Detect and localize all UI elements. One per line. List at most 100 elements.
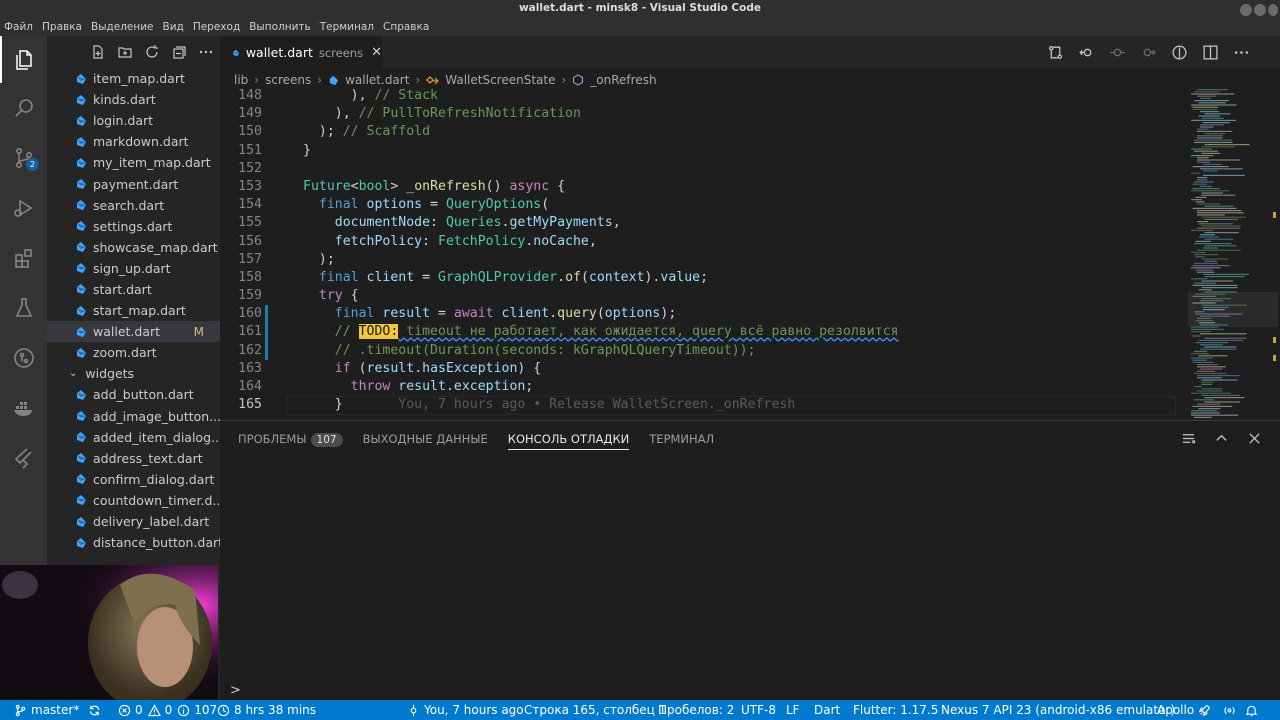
file-item[interactable]: added_item_dialog.... — [47, 427, 220, 448]
sync-button[interactable] — [88, 704, 105, 717]
search-icon[interactable] — [0, 84, 47, 131]
flutter-version[interactable]: Flutter: 1.17.5 — [853, 703, 938, 717]
refresh-icon[interactable] — [144, 44, 160, 60]
close-window-button[interactable] — [1268, 4, 1278, 16]
maximize-panel-icon[interactable] — [1214, 431, 1229, 446]
menu-selection[interactable]: Выделение — [91, 21, 154, 33]
tab-wallet-dart[interactable]: wallet.dart screens ✕ — [220, 36, 382, 69]
run-debug-icon[interactable] — [0, 184, 47, 231]
revision-dot-icon[interactable] — [1109, 44, 1126, 61]
extensions-icon[interactable] — [0, 234, 47, 281]
file-item[interactable]: start.dart — [47, 279, 220, 300]
tab-debug-console[interactable]: КОНСОЛЬ ОТЛАДКИ — [507, 428, 630, 450]
menu-help[interactable]: Справка — [383, 21, 429, 33]
code-line[interactable]: 153 Future<bool> _onRefresh() async { — [220, 178, 1185, 196]
new-file-icon[interactable] — [90, 44, 106, 60]
file-item[interactable]: confirm_dialog.dart — [47, 469, 220, 490]
file-item[interactable]: distance_button.dart — [47, 532, 220, 553]
eol-indicator[interactable]: LF — [786, 703, 800, 717]
more-actions-icon[interactable] — [198, 44, 214, 60]
file-item[interactable]: kinds.dart — [47, 89, 220, 110]
close-icon[interactable]: ✕ — [371, 45, 382, 60]
code-editor[interactable]: 148 ), // Stack 149 ), // PullToRefreshNo… — [220, 87, 1185, 420]
breadcrumb-method[interactable]: _onRefresh — [590, 73, 656, 87]
menu-view[interactable]: Вид — [163, 21, 184, 33]
apollo-indicator[interactable]: Apollo — [1157, 703, 1215, 717]
code-line[interactable]: 148 ), // Stack — [220, 87, 1185, 105]
tab-problems[interactable]: ПРОБЛЕМЫ 107 — [238, 432, 343, 447]
code-line[interactable]: 157 ); — [220, 251, 1185, 269]
file-item[interactable]: add_button.dart — [47, 384, 220, 405]
go-forward-icon[interactable] — [1140, 44, 1157, 61]
toggle-blame-icon[interactable] — [1171, 44, 1188, 61]
code-line[interactable]: 161 // TODO: timeout не работает, как ож… — [220, 323, 1185, 341]
file-item[interactable]: settings.dart — [47, 216, 220, 237]
explorer-icon[interactable] — [0, 36, 47, 83]
maximize-button[interactable] — [1254, 4, 1266, 16]
more-actions-icon[interactable] — [1233, 44, 1250, 61]
code-line[interactable]: 163 if (result.hasException) { — [220, 360, 1185, 378]
branch-indicator[interactable]: master* — [14, 703, 79, 717]
minimap[interactable] — [1185, 87, 1280, 420]
breadcrumb-screens[interactable]: screens — [265, 73, 311, 87]
code-line[interactable]: 149 ), // PullToRefreshNotification — [220, 105, 1185, 123]
minimize-button[interactable] — [1240, 4, 1252, 16]
file-item[interactable]: add_image_button.... — [47, 406, 220, 427]
indentation-indicator[interactable]: Пробелов: 2 — [658, 703, 734, 717]
file-item[interactable]: markdown.dart — [47, 131, 220, 152]
code-line[interactable]: 151} — [220, 142, 1185, 160]
menu-go[interactable]: Переход — [193, 21, 240, 33]
file-item[interactable]: delivery_label.dart — [47, 511, 220, 532]
encoding-indicator[interactable]: UTF-8 — [741, 703, 776, 717]
cursor-position[interactable]: Строка 165, столбец 1 — [524, 703, 666, 717]
file-item[interactable]: item_map.dart — [47, 68, 220, 89]
code-line[interactable]: 156 fetchPolicy: FetchPolicy.noCache, — [220, 233, 1185, 251]
source-control-icon[interactable]: 2 — [0, 134, 47, 181]
code-line[interactable]: 159 try { — [220, 287, 1185, 305]
problems-indicator[interactable]: 0 0 107 — [118, 703, 217, 717]
file-item[interactable]: start_map.dart — [47, 300, 220, 321]
tab-terminal[interactable]: ТЕРМИНАЛ — [649, 432, 714, 446]
docker-icon[interactable] — [0, 384, 47, 431]
breadcrumb-file[interactable]: wallet.dart — [345, 73, 409, 87]
device-selector[interactable]: Nexus 7 API 23 (android-x86 emulator) — [941, 703, 1175, 717]
clear-console-icon[interactable] — [1181, 431, 1196, 446]
open-changes-icon[interactable] — [1047, 44, 1064, 61]
menu-file[interactable]: Файл — [4, 21, 33, 33]
go-back-icon[interactable] — [1078, 44, 1095, 61]
notifications-button[interactable] — [1245, 704, 1262, 717]
code-line[interactable]: 160 final result = await client.query(op… — [220, 305, 1185, 323]
time-tracker[interactable]: 8 hrs 38 mins — [217, 703, 316, 717]
code-line[interactable]: 164 throw result.exception; — [220, 378, 1185, 396]
new-folder-icon[interactable] — [117, 44, 133, 60]
code-line[interactable]: 154 final options = QueryOptions( — [220, 196, 1185, 214]
menu-terminal[interactable]: Терминал — [320, 21, 374, 33]
breadcrumb-class[interactable]: WalletScreenState — [445, 73, 555, 87]
code-line[interactable]: 152 — [220, 160, 1185, 178]
file-item[interactable]: zoom.dart — [47, 342, 220, 363]
folder-widgets[interactable]: ⌄ widgets — [47, 363, 220, 384]
menu-run[interactable]: Выполнить — [249, 21, 311, 33]
file-item[interactable]: my_item_map.dart — [47, 152, 220, 173]
split-editor-icon[interactable] — [1202, 44, 1219, 61]
file-item[interactable]: sign_up.dart — [47, 258, 220, 279]
live-share-button[interactable] — [1223, 704, 1240, 717]
tab-output[interactable]: ВЫХОДНЫЕ ДАННЫЕ — [363, 432, 488, 446]
file-item[interactable]: wallet.dart M — [47, 321, 220, 343]
language-mode[interactable]: Dart — [814, 703, 840, 717]
file-item[interactable]: address_text.dart — [47, 448, 220, 469]
file-item[interactable]: search.dart — [47, 195, 220, 216]
file-item[interactable]: login.dart — [47, 110, 220, 131]
code-line[interactable]: 150 ); // Scaffold — [220, 123, 1185, 141]
file-item[interactable]: payment.dart — [47, 173, 220, 194]
code-line[interactable]: 158 final client = GraphQLProvider.of(co… — [220, 269, 1185, 287]
debug-console-input[interactable]: > — [230, 683, 241, 698]
file-item[interactable]: showcase_map.dart — [47, 237, 220, 258]
testing-icon[interactable] — [0, 284, 47, 331]
collapse-all-icon[interactable] — [171, 44, 187, 60]
git-blame-indicator[interactable]: You, 7 hours ago — [407, 703, 524, 717]
git-change-marker[interactable] — [265, 305, 268, 360]
code-line[interactable]: 162 // .timeout(Duration(seconds: kGraph… — [220, 342, 1185, 360]
file-item[interactable]: countdown_timer.d... — [47, 490, 220, 511]
code-line[interactable]: 155 documentNode: Queries.getMyPayments, — [220, 214, 1185, 232]
